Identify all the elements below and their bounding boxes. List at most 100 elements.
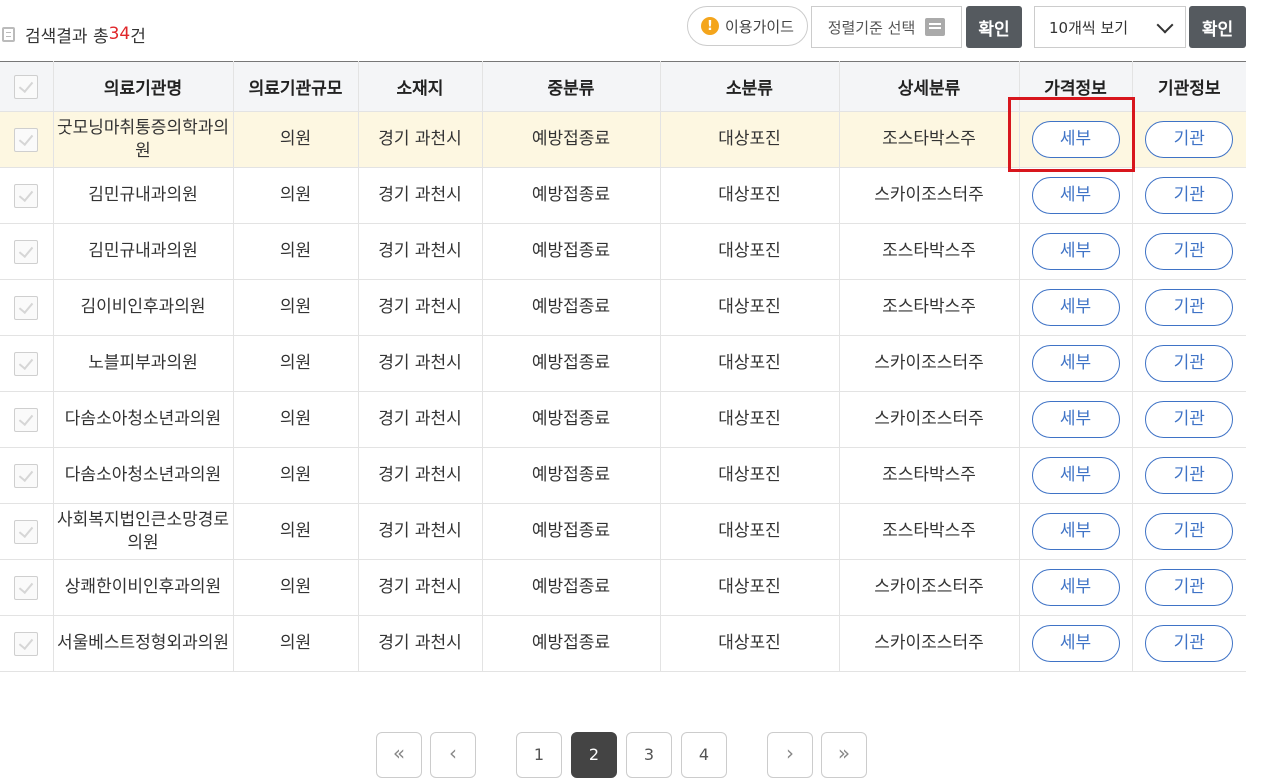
org-info-button[interactable]: 기관	[1145, 457, 1234, 494]
location: 경기 과천시	[358, 167, 483, 224]
chevron-right-icon: ›	[786, 741, 794, 765]
org-info-cell: 기관	[1132, 335, 1246, 392]
detail-category: 스카이조스터주	[839, 615, 1020, 672]
row-select-cell[interactable]	[0, 111, 54, 168]
mid-category: 예방접종료	[482, 559, 661, 616]
org-info-button[interactable]: 기관	[1145, 233, 1234, 270]
sub-category: 대상포진	[660, 111, 840, 168]
col-header: 소재지	[358, 61, 483, 112]
page-button-current[interactable]: 2	[571, 732, 617, 778]
row-checkbox[interactable]	[14, 127, 39, 152]
results-table: 의료기관명 의료기관규모 소재지 중분류 소분류 상세분류 가격정보 기관정보 …	[0, 61, 1246, 672]
page-size-confirm-button[interactable]: 확인	[1189, 6, 1246, 48]
price-detail-button[interactable]: 세부	[1031, 289, 1120, 326]
usage-guide-button[interactable]: ! 이용가이드	[687, 6, 808, 46]
col-header: 상세분류	[839, 61, 1020, 112]
org-info-cell: 기관	[1132, 223, 1246, 280]
page-button[interactable]: 3	[626, 732, 672, 778]
org-info-button[interactable]: 기관	[1145, 177, 1234, 214]
org-info-button[interactable]: 기관	[1145, 289, 1234, 326]
price-info-cell: 세부	[1019, 111, 1133, 168]
table-row: 김민규내과의원 의원 경기 과천시 예방접종료 대상포진 스카이조스터주 세부 기관	[0, 167, 1246, 224]
institution-size: 의원	[233, 503, 359, 560]
price-detail-button[interactable]: 세부	[1031, 345, 1120, 382]
institution-size: 의원	[233, 167, 359, 224]
org-info-cell: 기관	[1132, 279, 1246, 336]
row-select-cell[interactable]	[0, 503, 54, 560]
row-checkbox[interactable]	[14, 183, 39, 208]
usage-guide-label: 이용가이드	[724, 17, 794, 36]
org-info-button[interactable]: 기관	[1145, 121, 1234, 158]
table-row: 노블피부과의원 의원 경기 과천시 예방접종료 대상포진 스카이조스터주 세부 기관	[0, 335, 1246, 392]
page-button[interactable]: 4	[681, 732, 727, 778]
double-chevron-left-icon: «	[392, 741, 406, 765]
row-checkbox[interactable]	[14, 351, 39, 376]
row-select-cell[interactable]	[0, 223, 54, 280]
first-page-button[interactable]: «	[376, 732, 422, 778]
mid-category: 예방접종료	[482, 615, 661, 672]
sort-criteria-label: 정렬기준 선택	[827, 18, 916, 37]
last-page-button[interactable]: »	[821, 732, 867, 778]
row-select-cell[interactable]	[0, 447, 54, 504]
row-checkbox[interactable]	[14, 631, 39, 656]
row-select-cell[interactable]	[0, 391, 54, 448]
price-detail-button[interactable]: 세부	[1031, 233, 1120, 270]
detail-category: 조스타박스주	[839, 223, 1020, 280]
row-checkbox[interactable]	[14, 575, 39, 600]
org-info-cell: 기관	[1132, 503, 1246, 560]
institution-name: 상쾌한이비인후과의원	[53, 559, 234, 616]
row-checkbox[interactable]	[14, 239, 39, 264]
price-detail-button[interactable]: 세부	[1031, 569, 1120, 606]
double-chevron-right-icon: »	[837, 741, 851, 765]
row-select-cell[interactable]	[0, 615, 54, 672]
toolbar: 검색결과 총 34 건 ! 이용가이드 정렬기준 선택 확인 10개씩 보기 확…	[0, 0, 1276, 60]
select-all-cell[interactable]	[0, 61, 54, 112]
org-info-button[interactable]: 기관	[1145, 345, 1234, 382]
row-select-cell[interactable]	[0, 279, 54, 336]
price-detail-button[interactable]: 세부	[1031, 625, 1120, 662]
select-all-checkbox[interactable]	[14, 74, 39, 99]
table-row: 다솜소아청소년과의원 의원 경기 과천시 예방접종료 대상포진 조스타박스주 세부 기관	[0, 447, 1246, 504]
org-info-button[interactable]: 기관	[1145, 513, 1234, 550]
page-button[interactable]: 1	[516, 732, 562, 778]
row-checkbox[interactable]	[14, 463, 39, 488]
page-size-value: 10개씩 보기	[1049, 18, 1129, 37]
row-checkbox[interactable]	[14, 295, 39, 320]
org-info-button[interactable]: 기관	[1145, 569, 1234, 606]
row-select-cell[interactable]	[0, 167, 54, 224]
price-info-cell: 세부	[1019, 167, 1133, 224]
sort-confirm-button[interactable]: 확인	[966, 6, 1022, 48]
institution-size: 의원	[233, 447, 359, 504]
page-size-select[interactable]: 10개씩 보기	[1034, 6, 1186, 48]
row-select-cell[interactable]	[0, 559, 54, 616]
mid-category: 예방접종료	[482, 167, 661, 224]
institution-size: 의원	[233, 223, 359, 280]
next-page-button[interactable]: ›	[767, 732, 813, 778]
location: 경기 과천시	[358, 111, 483, 168]
prev-page-button[interactable]: ‹	[430, 732, 476, 778]
mid-category: 예방접종료	[482, 391, 661, 448]
org-info-button[interactable]: 기관	[1145, 401, 1234, 438]
institution-name: 다솜소아청소년과의원	[53, 391, 234, 448]
institution-name: 김민규내과의원	[53, 223, 234, 280]
sub-category: 대상포진	[660, 279, 840, 336]
detail-category: 조스타박스주	[839, 503, 1020, 560]
row-select-cell[interactable]	[0, 335, 54, 392]
chevron-down-icon	[1156, 16, 1174, 33]
row-checkbox[interactable]	[14, 519, 39, 544]
location: 경기 과천시	[358, 559, 483, 616]
price-detail-button[interactable]: 세부	[1031, 401, 1120, 438]
location: 경기 과천시	[358, 447, 483, 504]
institution-name: 김이비인후과의원	[53, 279, 234, 336]
price-detail-button[interactable]: 세부	[1031, 457, 1120, 494]
price-detail-button[interactable]: 세부	[1031, 177, 1120, 214]
price-detail-button[interactable]: 세부	[1031, 121, 1120, 158]
row-checkbox[interactable]	[14, 407, 39, 432]
price-detail-button[interactable]: 세부	[1031, 513, 1120, 550]
org-info-button[interactable]: 기관	[1145, 625, 1234, 662]
sub-category: 대상포진	[660, 391, 840, 448]
sort-criteria-button[interactable]: 정렬기준 선택	[811, 6, 962, 48]
col-header: 중분류	[482, 61, 661, 112]
list-doc-icon	[2, 26, 15, 42]
institution-size: 의원	[233, 335, 359, 392]
